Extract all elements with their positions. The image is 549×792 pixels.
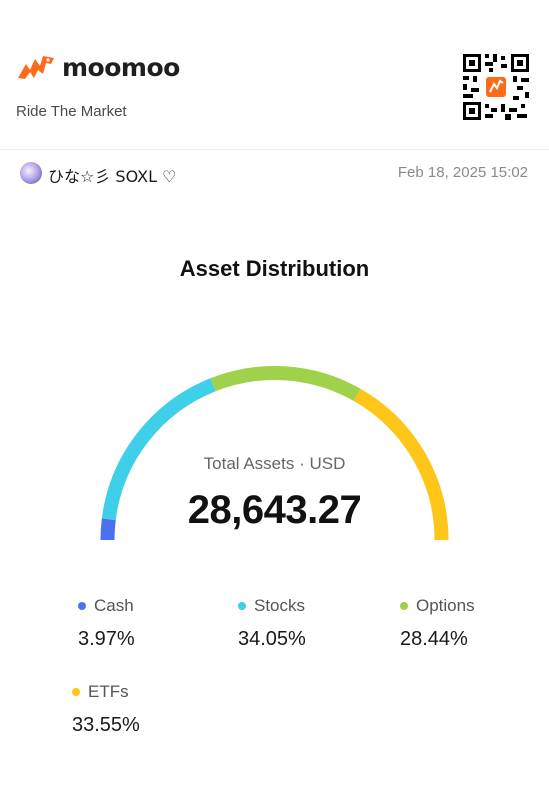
username: ひな☆彡 SOXL ♡ — [48, 167, 177, 186]
bull-logo-icon — [18, 56, 54, 79]
stocks-dot — [238, 602, 246, 610]
moomoo-logo: moomoo — [16, 52, 180, 82]
cash-dot — [78, 602, 86, 610]
legend-percent-options: 28.44% — [400, 628, 468, 650]
share-card-header: moomoo Ride The Market — [0, 0, 549, 150]
avatar — [20, 162, 42, 184]
options-dot — [400, 602, 408, 610]
etfs-dot — [72, 688, 80, 696]
share-timestamp: Feb 18, 2025 15:02 — [397, 164, 528, 181]
legend-percent-cash: 3.97% — [78, 628, 135, 650]
legend-percent-stocks: 34.05% — [238, 628, 306, 650]
brand-name: moomoo — [62, 52, 180, 82]
qr-code-icon — [461, 52, 531, 122]
legend-label-etfs: ETFs — [88, 682, 129, 701]
header-divider — [0, 149, 549, 150]
total-assets-value: 28,643.27 — [187, 488, 362, 532]
legend-label-cash: Cash — [94, 596, 134, 615]
legend-percent-etfs: 33.55% — [72, 714, 140, 736]
user-row: ひな☆彡 SOXL ♡ Feb 18, 2025 15:02 — [0, 160, 549, 186]
legend-item-etfs: ETFs 33.55% — [72, 682, 140, 737]
brand-tagline: Ride The Market — [16, 103, 127, 120]
total-assets-label: Total Assets · USD — [203, 454, 346, 473]
gauge-segment-options — [210, 366, 361, 401]
legend-item-options: Options 28.44% — [400, 596, 475, 651]
legend-item-cash: Cash 3.97% — [78, 596, 135, 651]
legend-label-stocks: Stocks — [254, 596, 306, 615]
legend-item-stocks: Stocks 34.05% — [238, 596, 306, 651]
section-title: Asset Distribution — [179, 256, 370, 281]
legend-label-options: Options — [416, 596, 475, 615]
